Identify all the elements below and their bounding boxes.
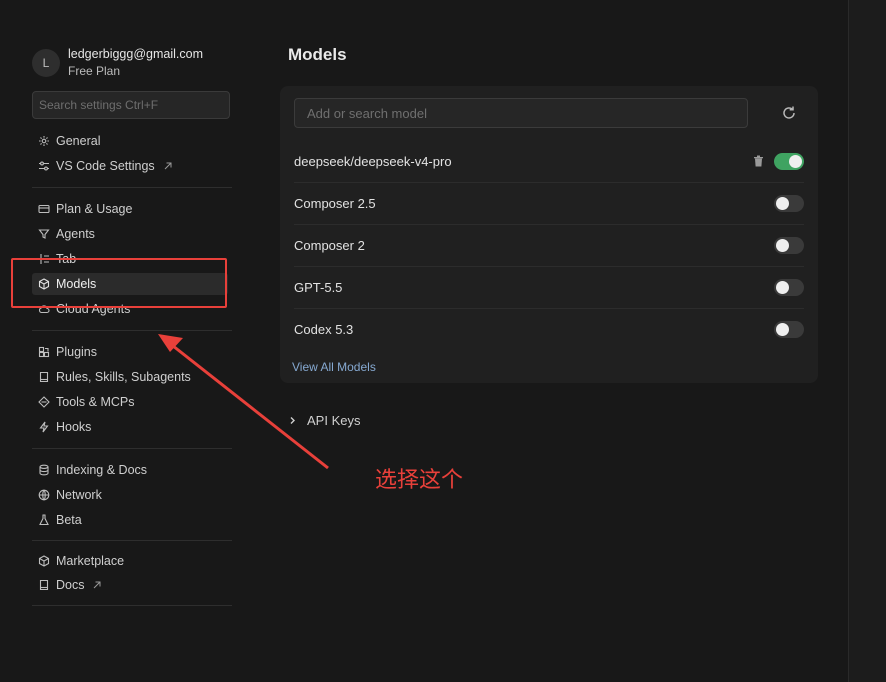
model-toggle[interactable] — [774, 194, 804, 212]
gear-icon — [39, 136, 49, 146]
card-icon — [38, 204, 50, 214]
trash-icon[interactable] — [753, 155, 764, 167]
user-profile[interactable]: L ledgerbiggg@gmail.com Free Plan — [32, 46, 203, 80]
page-title: Models — [288, 45, 347, 64]
toggle-knob — [776, 322, 789, 336]
diamond-icon — [38, 396, 50, 408]
model-name: Composer 2 — [294, 237, 365, 253]
model-name: Composer 2.5 — [294, 195, 376, 211]
model-name: GPT-5.5 — [294, 279, 343, 295]
sidebar-item-label: Docs — [56, 578, 85, 592]
sidebar-item-marketplace[interactable]: Marketplace — [38, 551, 124, 571]
model-toggle[interactable] — [774, 320, 804, 338]
model-name: deepseek/deepseek-v4-pro — [294, 153, 452, 169]
sidebar-item-general[interactable]: General — [38, 131, 100, 151]
bolt-icon — [39, 421, 49, 433]
toggle-knob — [776, 238, 789, 252]
sidebar-item-label: Indexing & Docs — [56, 463, 148, 477]
model-toggle[interactable] — [774, 152, 804, 170]
sidebar-item-label: Plan & Usage — [56, 202, 133, 216]
sidebar-item-label: VS Code Settings — [56, 159, 155, 173]
user-email: ledgerbiggg@gmail.com — [68, 47, 203, 61]
user-plan: Free Plan — [68, 64, 121, 78]
settings-search-input[interactable] — [32, 91, 230, 119]
sidebar-item-label: Plugins — [56, 345, 97, 359]
model-row: Composer 2.5 — [294, 182, 804, 225]
globe-icon — [38, 489, 50, 501]
sidebar-item-label: Tools & MCPs — [56, 395, 135, 409]
toggle-knob — [776, 196, 789, 210]
book-icon — [39, 579, 49, 591]
external-link-icon — [164, 162, 172, 170]
sidebar-item-plugins[interactable]: Plugins — [38, 342, 97, 362]
model-row: Composer 2 — [294, 224, 804, 267]
sidebar-item-vscode-settings[interactable]: VS Code Settings — [38, 156, 173, 176]
view-all-models-link[interactable]: View All Models — [292, 360, 376, 374]
sidebar-item-docs[interactable]: Docs — [38, 575, 102, 595]
model-toggle[interactable] — [774, 236, 804, 254]
sidebar-divider — [32, 605, 232, 606]
puzzle-icon — [38, 346, 50, 358]
avatar: L — [32, 49, 60, 77]
sidebar-item-label: Network — [56, 488, 102, 502]
sidebar-item-label: Hooks — [56, 420, 92, 434]
annotation-text: 选择这个 — [375, 468, 464, 493]
model-row: GPT-5.5 — [294, 266, 804, 309]
sidebar-item-label: Beta — [56, 513, 82, 527]
sliders-icon — [39, 161, 49, 171]
toggle-knob — [776, 280, 789, 294]
sidebar-divider — [32, 448, 232, 449]
chevron-right-icon — [290, 417, 295, 424]
model-toggle[interactable] — [774, 278, 804, 296]
model-name: Codex 5.3 — [294, 321, 354, 337]
sidebar-item-agents[interactable]: Agents — [38, 224, 95, 244]
funnel-icon — [38, 229, 50, 239]
sidebar-item-label: Rules, Skills, Subagents — [56, 370, 191, 384]
book-icon — [39, 371, 49, 383]
sidebar-item-label: Marketplace — [56, 554, 125, 568]
refresh-icon[interactable] — [780, 104, 798, 122]
sidebar-item-label: General — [56, 134, 101, 148]
annotation-highlight-box — [11, 258, 227, 308]
sidebar-item-hooks[interactable]: Hooks — [38, 417, 91, 437]
sidebar-item-rules[interactable]: Rules, Skills, Subagents — [38, 367, 191, 387]
sidebar-item-plan-usage[interactable]: Plan & Usage — [38, 199, 132, 219]
flask-icon — [39, 514, 49, 526]
model-row: Codex 5.3 — [294, 308, 804, 350]
sidebar-item-indexing-docs[interactable]: Indexing & Docs — [38, 460, 147, 480]
models-card: deepseek/deepseek-v4-pro Composer 2.5 Co… — [280, 86, 818, 383]
sidebar-item-tools-mcps[interactable]: Tools & MCPs — [38, 392, 135, 412]
sidebar-item-label: Agents — [56, 227, 95, 241]
toggle-knob — [789, 154, 802, 168]
sidebar-item-network[interactable]: Network — [38, 485, 102, 505]
model-row: deepseek/deepseek-v4-pro — [294, 140, 804, 183]
sidebar-divider — [32, 330, 232, 331]
database-icon — [39, 464, 49, 476]
external-link-icon — [94, 581, 101, 589]
sidebar-divider — [32, 187, 232, 188]
sidebar-item-beta[interactable]: Beta — [38, 510, 82, 530]
api-keys-label: API Keys — [307, 413, 361, 428]
right-edge-panel — [848, 0, 886, 682]
cube-icon — [38, 555, 50, 567]
model-search-input[interactable] — [294, 98, 748, 128]
api-keys-section[interactable]: API Keys — [288, 413, 360, 428]
sidebar-divider — [32, 540, 232, 541]
